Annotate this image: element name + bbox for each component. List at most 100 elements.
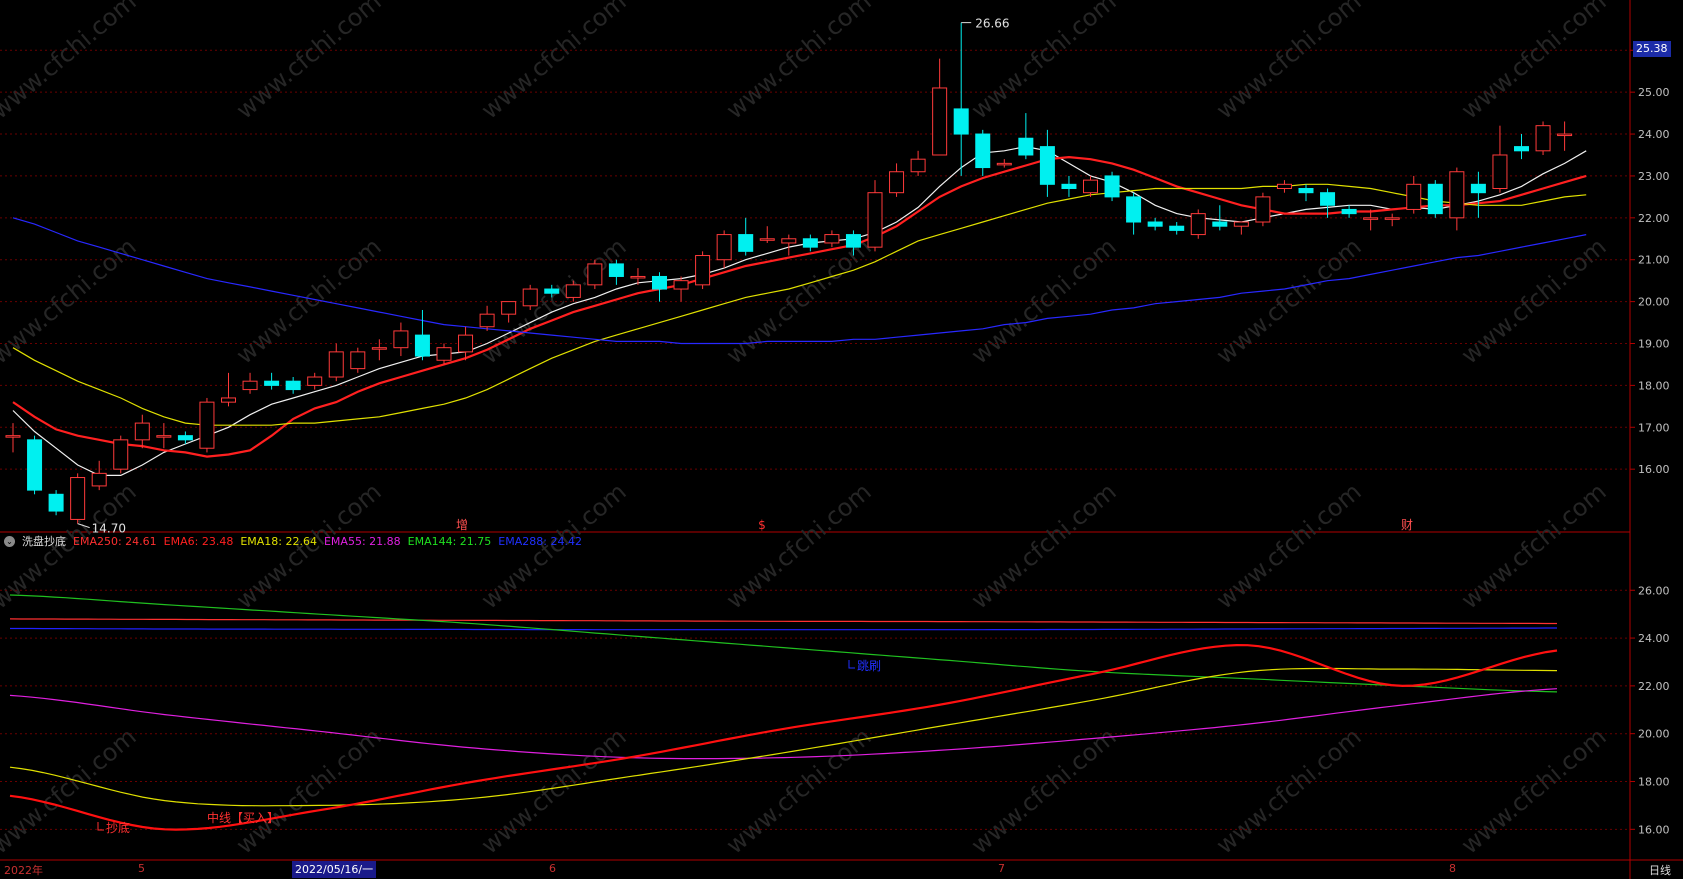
collapse-icon[interactable]: ⌄ <box>4 535 15 547</box>
candle-body <box>1363 217 1379 220</box>
candle <box>70 473 86 524</box>
signal-label: 财 <box>1401 518 1413 532</box>
watermark-text: www.cfchi.com <box>966 477 1122 614</box>
last-price-badge[interactable]: 25.38 <box>1633 41 1671 57</box>
candle-body <box>350 351 366 370</box>
ema6-value: EMA6: 23.48 <box>163 534 234 548</box>
date-label-august: 8 <box>1449 862 1456 875</box>
candle-body <box>1341 208 1357 215</box>
ema55-value: EMA55: 21.88 <box>323 534 401 548</box>
indicator-title[interactable]: 洗盘抄底 <box>22 533 66 549</box>
candle-body <box>199 401 215 449</box>
candle-body <box>1061 183 1077 190</box>
candle-body <box>134 422 150 441</box>
watermark-text: www.cfchi.com <box>721 477 877 614</box>
candle <box>5 423 21 453</box>
candle <box>1190 209 1206 239</box>
candle-body <box>1126 196 1142 223</box>
watermark-text: www.cfchi.com <box>1211 477 1367 614</box>
candle <box>1233 221 1249 235</box>
candle-body <box>630 275 646 279</box>
candle-body <box>1449 171 1465 219</box>
candle-body <box>867 192 883 248</box>
candle-body <box>608 263 624 277</box>
candle <box>1298 184 1314 202</box>
y-tick-label: 22.00 <box>1638 680 1670 693</box>
candle-body <box>156 435 172 438</box>
candle-body <box>285 380 301 391</box>
stock-chart[interactable]: www.cfchi.com www.cfchi.com www.cfchi.com w… <box>0 0 1683 879</box>
y-tick-label: 19.00 <box>1638 337 1670 350</box>
y-tick-label: 24.00 <box>1638 632 1670 645</box>
candle <box>1039 129 1055 197</box>
candle <box>889 163 905 197</box>
annotation-label: 跳刷 <box>857 659 881 673</box>
candle <box>1018 113 1034 160</box>
date-axis: 2022年 5 2022/05/16/一 6 7 8 <box>0 861 1683 879</box>
candle <box>436 343 452 365</box>
ema288-value: EMA288: 24.42 <box>498 534 582 548</box>
candle-body <box>91 472 107 487</box>
ema-line-ema288 <box>10 627 1557 631</box>
candle <box>608 259 624 285</box>
candle-body <box>1255 196 1271 223</box>
annotation-marker <box>97 822 104 831</box>
ema18-value: EMA18: 22.64 <box>240 534 317 548</box>
candle-body <box>1147 221 1163 227</box>
candle-body <box>221 397 236 403</box>
candle <box>350 347 366 373</box>
high-label: 26.66 <box>975 17 1009 31</box>
ema144-value: EMA144: 21.75 <box>407 534 492 548</box>
candle-body <box>393 330 409 349</box>
candle <box>113 435 129 474</box>
y-tick-label: 17.00 <box>1638 421 1670 434</box>
candle <box>1341 205 1357 218</box>
candle <box>393 322 409 357</box>
candle <box>134 414 150 449</box>
candle <box>716 230 732 269</box>
candle <box>1126 192 1142 235</box>
candle-body <box>716 234 732 261</box>
period-selector[interactable]: 日线 <box>1637 862 1683 878</box>
watermark-text: www.cfchi.com <box>0 0 142 125</box>
candle-body <box>759 238 775 241</box>
candle-body <box>738 234 754 252</box>
ema-line-ema250 <box>9 618 1557 625</box>
candle-body <box>781 238 797 244</box>
candle <box>1449 167 1465 231</box>
candle <box>479 305 495 331</box>
candle-body <box>436 347 452 361</box>
candle-body <box>1190 213 1206 236</box>
candle-body <box>845 234 861 248</box>
candle-body <box>1320 192 1336 206</box>
candle-body <box>1384 217 1400 220</box>
candle <box>695 251 711 290</box>
candle-body <box>1406 183 1422 210</box>
watermark-text: www.cfchi.com <box>1456 0 1612 125</box>
candle-body <box>1104 175 1120 198</box>
annotation-label: 中线【买入】 <box>207 810 279 825</box>
candle-body <box>975 133 991 169</box>
candle <box>1384 213 1400 227</box>
candle-body <box>1212 221 1228 227</box>
candle-body <box>307 376 323 386</box>
candle <box>738 217 754 256</box>
candle <box>1557 121 1573 151</box>
candle <box>673 276 689 302</box>
candle-body <box>910 158 926 173</box>
candle-body <box>1535 125 1551 152</box>
candle <box>264 372 280 390</box>
candle-body <box>1492 154 1508 190</box>
watermark-text: www.cfchi.com <box>231 232 387 369</box>
candle <box>307 372 323 390</box>
candle-body <box>1514 146 1529 152</box>
candle-body <box>242 380 258 391</box>
candle <box>1255 192 1271 227</box>
watermark-text: www.cfchi.com <box>966 232 1122 369</box>
candle-body <box>802 238 818 248</box>
candle-body <box>824 234 840 244</box>
candle-body <box>932 87 948 156</box>
candle-body <box>48 493 64 512</box>
candle-body <box>414 334 430 357</box>
candle-body <box>1557 133 1573 137</box>
